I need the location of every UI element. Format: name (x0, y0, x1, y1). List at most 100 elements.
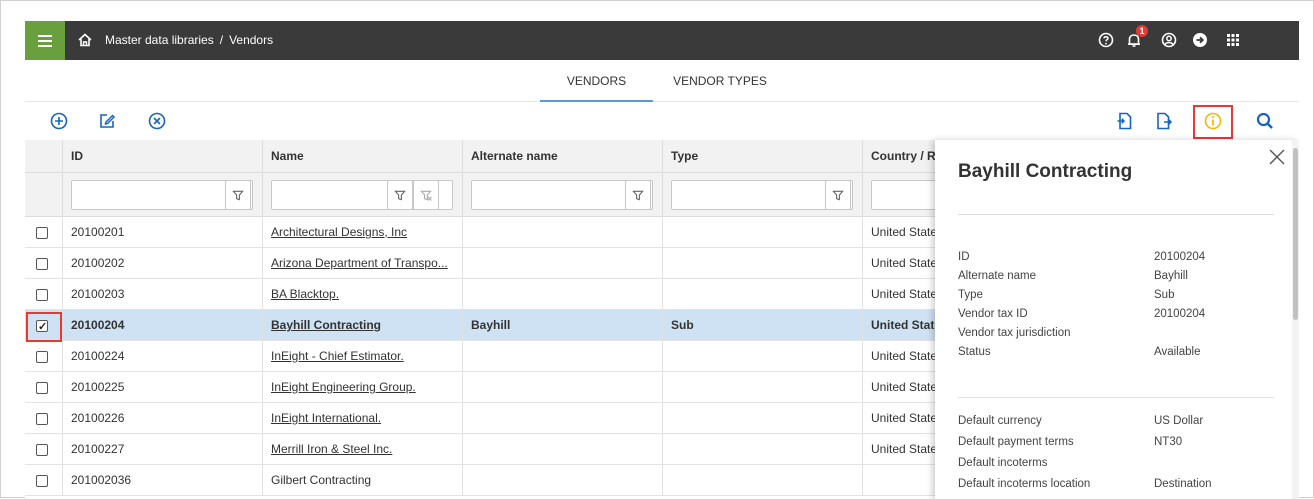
row-select-cell (25, 465, 63, 496)
row-checkbox[interactable] (36, 475, 48, 487)
search-icon[interactable] (1255, 111, 1275, 131)
field-label: Default currency (958, 415, 1042, 427)
row-checkbox[interactable] (36, 289, 48, 301)
menu-button[interactable] (25, 21, 65, 60)
cell-name[interactable]: InEight Engineering Group. (263, 372, 463, 403)
export-icon[interactable] (1154, 111, 1174, 131)
screenshot-frame: Master data libraries / Vendors 1 VENDOR… (0, 0, 1314, 499)
cell-name[interactable]: Bayhill Contracting (263, 310, 463, 341)
row-checkbox[interactable] (36, 351, 48, 363)
table-row[interactable]: 20100226 InEight International. United Sta… (25, 403, 943, 434)
field-value: US Dollar (1154, 415, 1204, 427)
breadcrumb-page: Vendors (229, 33, 274, 47)
breadcrumb-section[interactable]: Master data libraries (105, 33, 214, 47)
column-header-alternate-name[interactable]: Alternate name (463, 140, 663, 173)
panel-divider (958, 214, 1274, 215)
field-value: Available (1154, 346, 1201, 358)
table-row[interactable]: 201002036 Gilbert Contracting (25, 465, 943, 496)
column-header-country[interactable]: Country / Re (863, 140, 943, 173)
edit-icon[interactable] (97, 111, 117, 131)
filter-icon[interactable] (825, 180, 851, 210)
row-select-cell (25, 434, 63, 465)
table-row[interactable]: 20100202 Arizona Department of Transpo...… (25, 248, 943, 279)
cell-name[interactable]: Arizona Department of Transpo... (263, 248, 463, 279)
signout-icon[interactable] (1191, 31, 1209, 49)
cell-id: 201002036 (63, 465, 263, 496)
filter-icon[interactable] (387, 180, 413, 210)
field-value: Destination (1154, 478, 1212, 490)
filter-icon[interactable] (225, 180, 251, 210)
help-icon[interactable] (1097, 31, 1115, 49)
cell-country: United State (871, 442, 938, 456)
cell-type (663, 248, 863, 279)
panel-scrollbar[interactable] (1292, 140, 1299, 499)
apps-grid-icon[interactable] (1224, 31, 1242, 49)
close-icon[interactable] (1268, 148, 1286, 166)
panel-title: Bayhill Contracting (958, 161, 1133, 182)
field-value: NT30 (1154, 436, 1183, 448)
import-icon[interactable] (1115, 111, 1135, 131)
row-checkbox[interactable] (36, 413, 48, 425)
filter-cell-country (863, 173, 951, 217)
cell-id: 20100201 (63, 217, 263, 248)
account-icon[interactable] (1160, 31, 1178, 49)
scrollbar-thumb[interactable] (1293, 148, 1298, 320)
field-label: Status (958, 346, 991, 358)
tab-vendors[interactable]: VENDORS (540, 60, 653, 102)
info-icon[interactable] (1203, 111, 1223, 131)
cell-name[interactable]: Merrill Iron & Steel Inc. (263, 434, 463, 465)
breadcrumb-separator: / (219, 33, 224, 47)
breadcrumb: Master data libraries / Vendors (105, 21, 273, 60)
cell-country: United State (871, 411, 938, 425)
row-select-cell (25, 341, 63, 372)
row-select-cell (25, 217, 63, 248)
cell-type (663, 434, 863, 465)
table-row[interactable]: 20100201 Architectural Designs, Inc United… (25, 217, 943, 248)
row-checkbox[interactable] (36, 444, 48, 456)
row-checkbox[interactable] (36, 227, 48, 239)
tab-vendor-types[interactable]: VENDOR TYPES (665, 60, 775, 102)
checkbox-highlight (26, 312, 62, 342)
cell-country: United State (871, 287, 938, 301)
cell-type (663, 279, 863, 310)
cancel-icon[interactable] (147, 111, 167, 131)
filter-cell-select (25, 173, 63, 217)
home-icon[interactable] (77, 32, 93, 48)
field-value: Bayhill (1154, 270, 1188, 282)
field-label: Alternate name (958, 270, 1036, 282)
row-select-cell (25, 403, 63, 434)
cell-alternate-name (463, 217, 663, 248)
cell-name[interactable]: InEight International. (263, 403, 463, 434)
row-checkbox[interactable] (36, 382, 48, 394)
field-label: Default incoterms location (958, 478, 1091, 490)
column-header-type[interactable]: Type (663, 140, 863, 173)
row-checkbox[interactable] (36, 258, 48, 270)
cell-type: Sub (663, 310, 863, 341)
cell-country: United State (871, 225, 938, 239)
cell-type (663, 341, 863, 372)
column-header-name[interactable]: Name (263, 140, 463, 173)
clear-filter-icon[interactable] (413, 180, 439, 210)
table-row[interactable]: 20100227 Merrill Iron & Steel Inc. United … (25, 434, 943, 465)
column-header-id[interactable]: ID (63, 140, 263, 173)
row-select-cell (25, 372, 63, 403)
table-row[interactable]: 20100204Bayhill ContractingBayhillSub Uni… (25, 310, 943, 342)
cell-id: 20100204 (63, 310, 263, 341)
table-row[interactable]: 20100224 InEight - Chief Estimator. United… (25, 341, 943, 372)
cell-type (663, 372, 863, 403)
filter-icon[interactable] (625, 180, 651, 210)
filter-cell-alternate-name (463, 173, 663, 217)
add-icon[interactable] (49, 111, 69, 131)
cell-name[interactable]: Gilbert Contracting (263, 465, 463, 496)
cell-country: United State (871, 256, 938, 270)
cell-name[interactable]: InEight - Chief Estimator. (263, 341, 463, 372)
filter-cell-type (663, 173, 863, 217)
table-row[interactable]: 20100203 BA Blacktop. United State (25, 279, 943, 310)
cell-name[interactable]: Architectural Designs, Inc (263, 217, 463, 248)
table-row[interactable]: 20100225 InEight Engineering Group. United… (25, 372, 943, 403)
cell-name[interactable]: BA Blacktop. (263, 279, 463, 310)
field-value: 20100204 (1154, 251, 1206, 263)
menu-icon (38, 39, 52, 42)
cell-alternate-name (463, 341, 663, 372)
row-select-cell (25, 279, 63, 310)
